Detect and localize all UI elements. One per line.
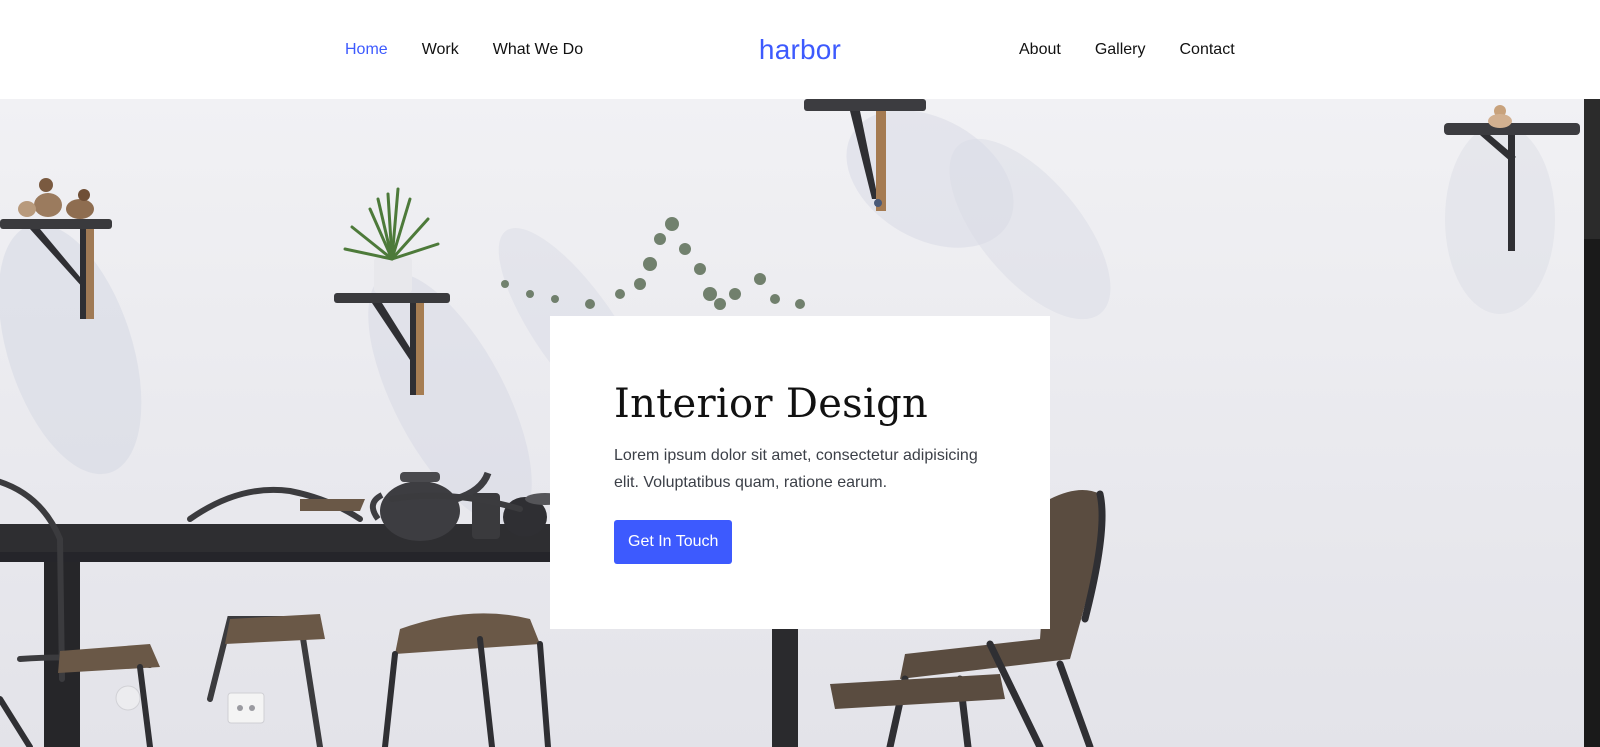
nav-about-link[interactable]: About xyxy=(1019,41,1061,59)
nav-right: About Gallery Contact xyxy=(1019,0,1235,99)
hero-description: Lorem ipsum dolor sit amet, consectetur … xyxy=(614,447,978,491)
nav-left: Home Work What We Do xyxy=(345,0,583,99)
get-in-touch-button[interactable]: Get In Touch xyxy=(614,520,733,564)
nav-what-we-do-link[interactable]: What We Do xyxy=(493,41,583,59)
nav-home-link[interactable]: Home xyxy=(345,41,388,59)
nav-work-link[interactable]: Work xyxy=(422,41,459,59)
nav-gallery-link[interactable]: Gallery xyxy=(1095,41,1146,59)
logo-container: harbor xyxy=(0,0,1600,99)
site-header: Home Work What We Do harbor About Galler… xyxy=(0,0,1600,99)
hero-card: Interior Design Lorem ipsum dolor sit am… xyxy=(550,316,1050,629)
nav-contact-link[interactable]: Contact xyxy=(1180,41,1235,59)
hero-section: Interior Design Lorem ipsum dolor sit am… xyxy=(0,99,1600,747)
site-logo[interactable]: harbor xyxy=(759,34,841,66)
hero-title: Interior Design xyxy=(614,381,929,427)
